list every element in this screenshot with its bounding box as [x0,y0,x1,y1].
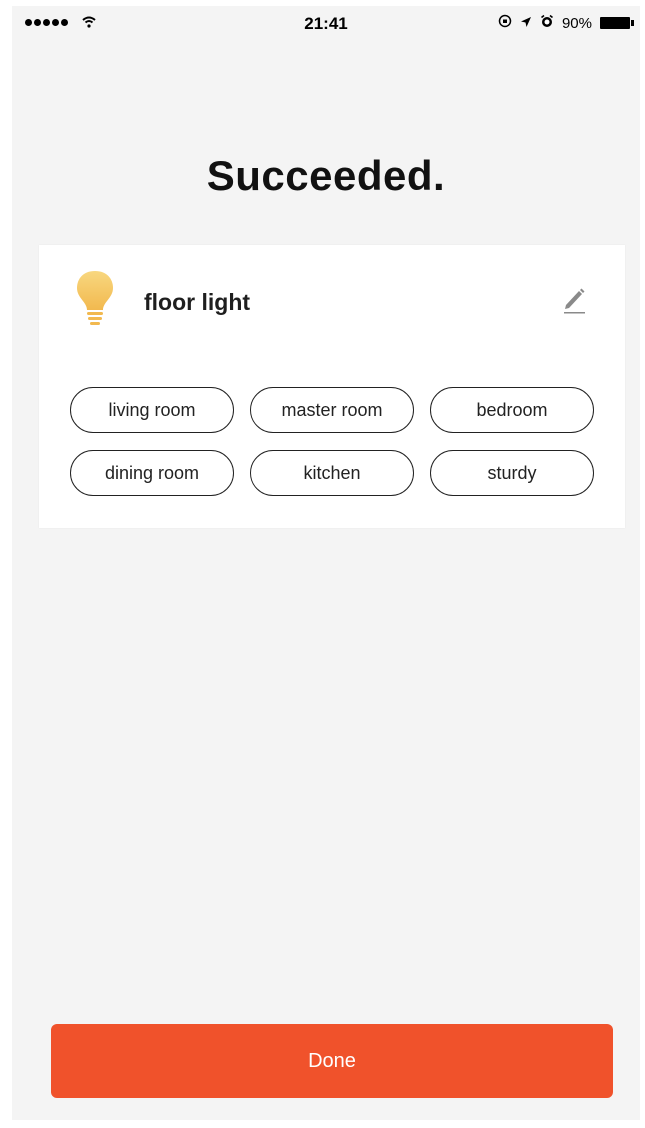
pencil-icon[interactable] [561,285,587,315]
room-selector: living room master room bedroom dining r… [70,387,594,496]
room-chip-sturdy[interactable]: sturdy [430,450,594,496]
alarm-icon [540,14,554,32]
device-name: floor light [144,289,251,315]
status-right-group: 90% [498,14,634,32]
location-icon [520,15,532,32]
room-chip-dining-room[interactable]: dining room [70,450,234,496]
room-chip-bedroom[interactable]: bedroom [430,387,594,433]
light-bulb-icon [75,269,115,329]
battery-percent: 90% [561,14,592,32]
battery-icon [600,17,634,29]
app-screen: 21:41 90% Succeeded. floor light living … [12,6,640,1120]
room-chip-kitchen[interactable]: kitchen [250,450,414,496]
done-button[interactable]: Done [51,1024,613,1098]
room-chip-living-room[interactable]: living room [70,387,234,433]
device-card: floor light living room master room bedr… [39,245,625,528]
room-chip-master-room[interactable]: master room [250,387,414,433]
page-title: Succeeded. [206,152,446,199]
status-bar: 21:41 90% [12,6,640,40]
orientation-lock-icon [498,14,512,32]
